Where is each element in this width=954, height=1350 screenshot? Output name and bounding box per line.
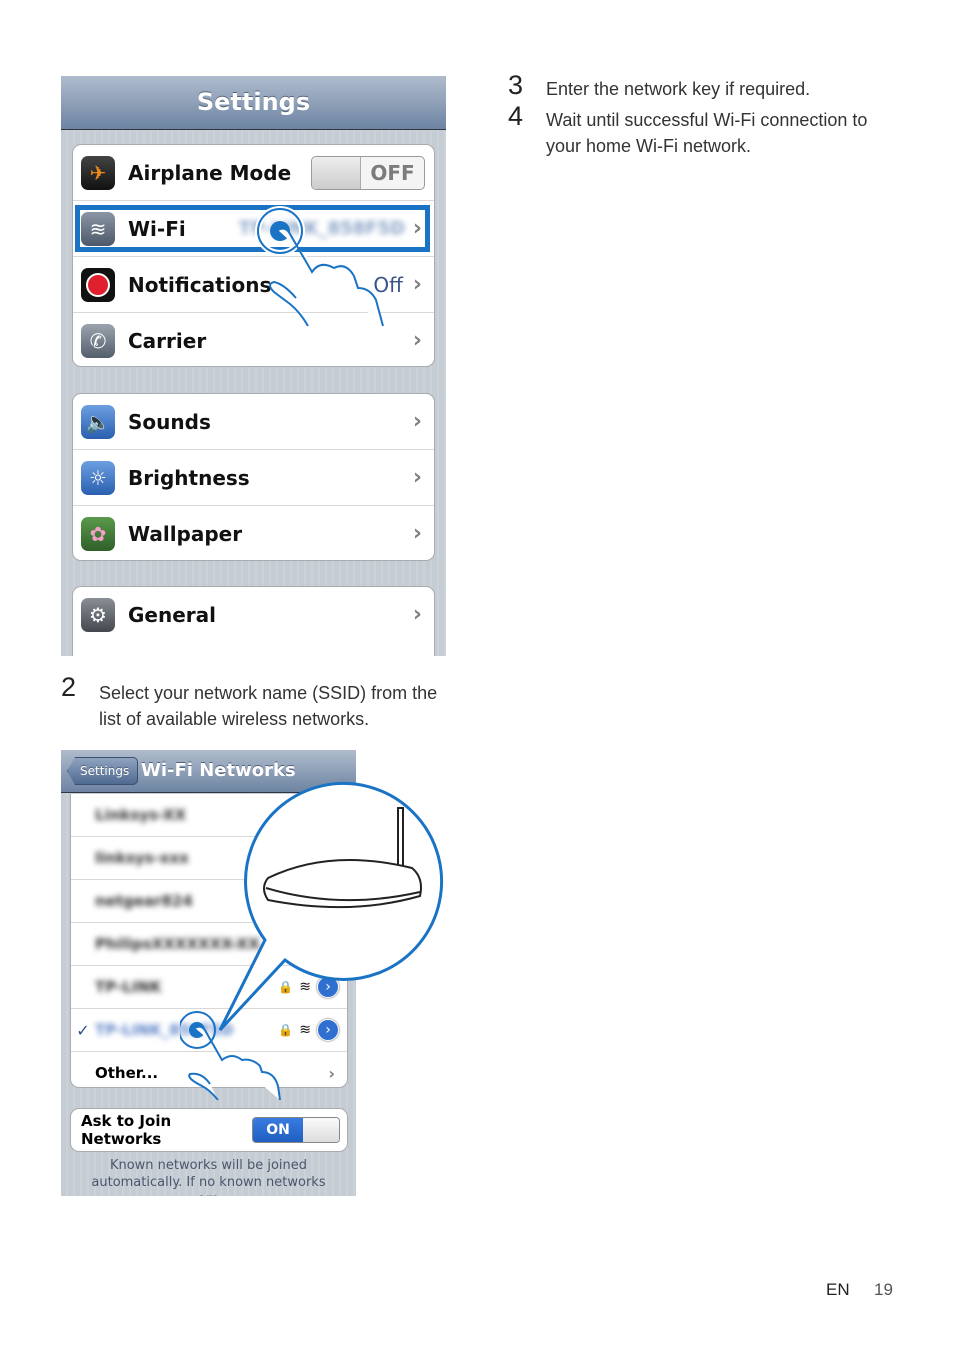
- step-number: 3: [508, 70, 524, 100]
- chevron-right-icon: ›: [412, 272, 422, 297]
- wallpaper-icon: ✿: [81, 516, 115, 551]
- brightness-icon: ☼: [81, 460, 115, 495]
- label: General: [128, 602, 216, 627]
- chevron-right-icon: ›: [412, 465, 422, 490]
- settings-group-2: 🔈 Sounds › ☼ Brightness › ✿ Wallpaper ›: [72, 393, 435, 561]
- ask-join-footer: Known networks will be joined automatica…: [91, 1158, 326, 1196]
- settings-screenshot: Settings ✈ Airplane Mode OFF ≋ Wi-Fi TP-…: [61, 76, 446, 656]
- footer-language: EN: [826, 1280, 850, 1299]
- toggle-label: ON: [253, 1118, 303, 1142]
- step-number: 2: [61, 672, 77, 702]
- label: Sounds: [128, 409, 211, 434]
- row-general[interactable]: ⚙ General ›: [73, 587, 434, 642]
- row-airplane-mode[interactable]: ✈ Airplane Mode OFF: [73, 145, 434, 201]
- row-wallpaper[interactable]: ✿ Wallpaper ›: [73, 506, 434, 560]
- notifications-icon: [81, 267, 115, 302]
- row-brightness[interactable]: ☼ Brightness ›: [73, 450, 434, 506]
- settings-group-3: ⚙ General ›: [72, 586, 435, 656]
- page-number: 19: [874, 1280, 893, 1299]
- airplane-toggle[interactable]: OFF: [311, 155, 425, 190]
- label: Airplane Mode: [128, 160, 292, 185]
- chevron-right-icon: ›: [412, 521, 422, 546]
- step-text: Enter the network key if required.: [546, 79, 811, 99]
- speaker-icon: 🔈: [81, 404, 115, 439]
- row-sounds[interactable]: 🔈 Sounds ›: [73, 394, 434, 450]
- ask-to-join-group: Ask to Join Networks ON: [70, 1108, 348, 1152]
- step-number: 4: [508, 101, 524, 131]
- ask-join-toggle[interactable]: ON: [252, 1117, 340, 1143]
- gear-icon: ⚙: [81, 597, 115, 632]
- chevron-right-icon: ›: [412, 602, 422, 627]
- phone-icon: ✆: [81, 323, 115, 358]
- router-callout: [180, 781, 444, 1100]
- settings-title: Settings: [196, 88, 311, 116]
- chevron-right-icon: ›: [412, 409, 422, 434]
- label: Wallpaper: [128, 521, 243, 546]
- settings-back-button[interactable]: Settings: [67, 757, 139, 785]
- toggle-label: OFF: [370, 160, 415, 185]
- airplane-icon: ✈: [81, 155, 115, 190]
- label: Carrier: [128, 328, 207, 353]
- settings-title-bar: Settings: [61, 76, 446, 130]
- checkmark-icon: ✓: [76, 1020, 90, 1040]
- label: Brightness: [128, 465, 250, 490]
- ask-join-label: Ask to Join Networks: [81, 1112, 172, 1148]
- step-text: Select your network name (SSID) from the…: [99, 683, 438, 729]
- chevron-right-icon: ›: [412, 328, 422, 353]
- step-text: Wait until successful Wi-Fi connection t…: [546, 110, 868, 156]
- tap-hand-icon: [255, 206, 384, 327]
